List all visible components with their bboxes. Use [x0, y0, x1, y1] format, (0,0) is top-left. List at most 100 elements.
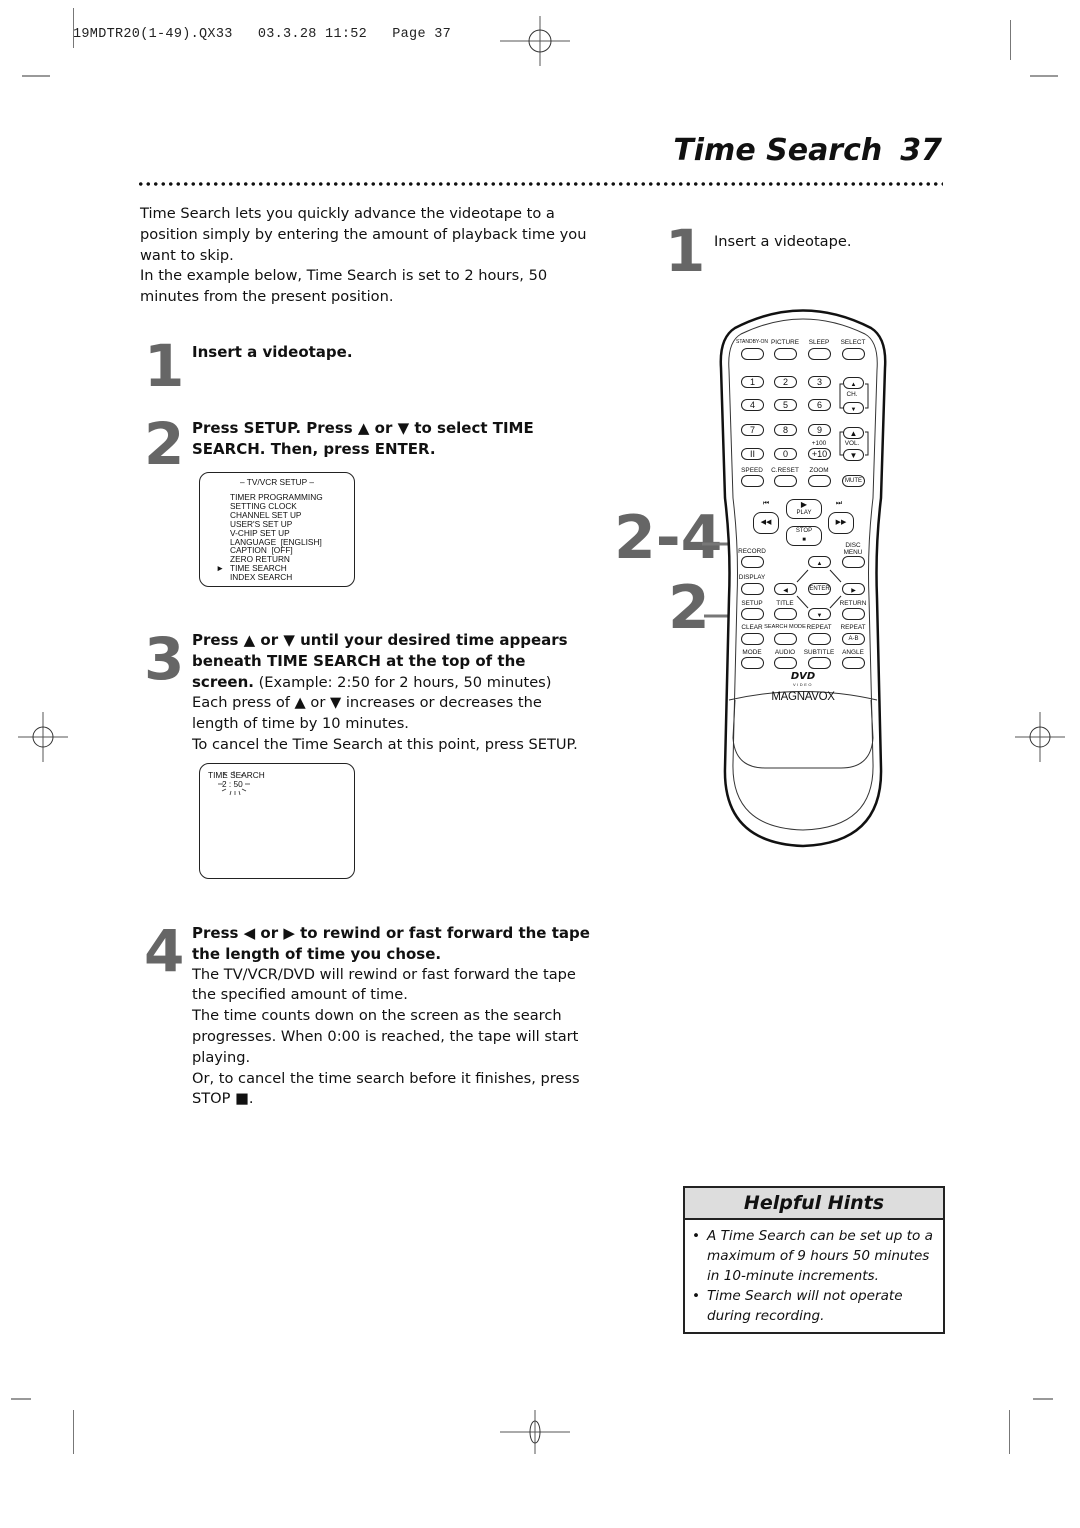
- number-key-button[interactable]: 9: [808, 424, 831, 436]
- audio-button[interactable]: [774, 657, 797, 669]
- left-arrow-button[interactable]: ◀: [774, 583, 797, 595]
- creset-label: C.RESET: [771, 467, 799, 474]
- rewind-icon: ◀◀: [760, 519, 772, 526]
- arrow-left-icon: ◀: [783, 588, 788, 594]
- arrow-right-icon: ▶: [851, 588, 856, 594]
- clear-button[interactable]: [741, 633, 764, 645]
- up-arrow-button[interactable]: ▲: [808, 556, 831, 568]
- stop-icon: ■: [802, 537, 806, 543]
- repeat-label: REPEAT: [806, 624, 832, 631]
- search-mode-button[interactable]: [774, 633, 797, 645]
- number-key-button[interactable]: 0: [774, 448, 797, 460]
- sleep-button[interactable]: [808, 348, 831, 360]
- repeat-button[interactable]: [808, 633, 831, 645]
- title-label: TITLE: [776, 600, 794, 607]
- menu-list: TIMER PROGRAMMING SETTING CLOCK CHANNEL SE…: [216, 493, 323, 583]
- fast-forward-icon: ▶▶: [835, 519, 847, 526]
- number-key-button[interactable]: 1: [741, 376, 764, 388]
- top-key-label: STANDBY-ON: [736, 339, 768, 345]
- crop-mark: [22, 75, 50, 77]
- number-key-button[interactable]: II: [741, 448, 764, 460]
- fast-forward-button[interactable]: ▶▶: [828, 512, 854, 534]
- number-key-button[interactable]: 4: [741, 399, 764, 411]
- display-button[interactable]: [741, 583, 764, 595]
- hint-item: A Time Search can be set up to a maximum…: [692, 1226, 943, 1286]
- standby-on-button[interactable]: [741, 348, 764, 360]
- remote-control: STANDBY-ON PICTURE SLEEP SELECT 1 2 3 4 5 6 7 8 9 II…: [715, 298, 891, 850]
- select-button[interactable]: [842, 348, 865, 360]
- zoom-label: ZOOM: [809, 467, 829, 474]
- setup-button[interactable]: [741, 608, 764, 620]
- dvd-video-label: VIDEO: [793, 682, 813, 687]
- audio-label: AUDIO: [774, 649, 796, 656]
- creset-button[interactable]: [774, 475, 797, 487]
- helpful-hints-box: Helpful Hints A Time Search can be set u…: [683, 1186, 945, 1334]
- return-button[interactable]: [842, 608, 865, 620]
- step-number: 3: [144, 625, 185, 693]
- mode-label: MODE: [742, 649, 762, 656]
- step-text: Insert a videotape.: [714, 233, 852, 250]
- search-mode-label: SEARCH MODE: [764, 624, 806, 630]
- skip-back-icon: ⏮: [762, 500, 770, 507]
- play-icon: ▶: [800, 500, 808, 509]
- disc-menu-button[interactable]: [842, 556, 865, 568]
- number-key-button[interactable]: 8: [774, 424, 797, 436]
- picture-button[interactable]: [774, 348, 797, 360]
- blinking-indicator-icon: [218, 771, 250, 796]
- play-button[interactable]: ▶ PLAY: [786, 499, 822, 519]
- clear-label: CLEAR: [741, 624, 763, 631]
- step-4-text: Press ◀ or ▶ to rewind or fast forward t…: [192, 923, 597, 1110]
- number-key-button[interactable]: 2: [774, 376, 797, 388]
- step-number: 2: [144, 410, 185, 478]
- rewind-button[interactable]: ◀◀: [753, 512, 779, 534]
- setup-label: SETUP: [741, 600, 763, 607]
- printer-slug: 19MDTR20(1-49).QX33 03.3.28 11:52 Page 3…: [73, 27, 452, 42]
- step-body: The TV/VCR/DVD will rewind or fast forwa…: [192, 965, 576, 1004]
- angle-label: ANGLE: [842, 649, 864, 656]
- top-key-label: SELECT: [840, 339, 866, 346]
- brand-logo: MAGNAVOX: [771, 691, 835, 703]
- helpful-hints-title: Helpful Hints: [685, 1188, 943, 1220]
- step-number: 1: [144, 332, 185, 400]
- number-key-button[interactable]: 3: [808, 376, 831, 388]
- stop-label: STOP: [795, 528, 813, 534]
- subtitle-button[interactable]: [808, 657, 831, 669]
- registration-mark-icon: [500, 16, 570, 66]
- registration-mark-icon: [1015, 712, 1065, 762]
- page-title: Time Search 37: [673, 133, 942, 168]
- crop-mark: [11, 1398, 31, 1400]
- mute-button[interactable]: MUTE: [842, 475, 865, 487]
- dpad-diagonals: [796, 569, 842, 609]
- number-key-button[interactable]: +10: [808, 448, 831, 460]
- intro-paragraph: Time Search lets you quickly advance the…: [140, 205, 587, 264]
- number-key-button[interactable]: 6: [808, 399, 831, 411]
- crop-mark: [73, 8, 74, 48]
- step-body: The time counts down on the screen as th…: [192, 1007, 579, 1066]
- rocker-brackets: [839, 383, 869, 456]
- page-number: 37: [900, 133, 942, 168]
- stop-button[interactable]: STOP ■: [786, 526, 822, 546]
- crop-mark: [1030, 75, 1058, 77]
- record-button[interactable]: [741, 556, 764, 568]
- repeat-ab-button[interactable]: A-B: [842, 633, 865, 645]
- mode-button[interactable]: [741, 657, 764, 669]
- number-key-button[interactable]: 7: [741, 424, 764, 436]
- menu-item: INDEX SEARCH: [230, 572, 293, 583]
- speed-label: SPEED: [741, 467, 763, 474]
- hint-item: Time Search will not operate during reco…: [692, 1286, 943, 1326]
- zoom-button[interactable]: [808, 475, 831, 487]
- title-button[interactable]: [774, 608, 797, 620]
- registration-mark-icon: [500, 1410, 570, 1454]
- arrow-down-icon: ▼: [816, 613, 823, 619]
- step-3-text: Press ▲ or ▼ until your desired time app…: [192, 630, 592, 756]
- step-body: Or, to cancel the time search before it …: [192, 1069, 580, 1108]
- step-example: (Example: 2:50 for 2 hours, 50 minutes): [253, 673, 552, 691]
- dotted-divider: [137, 181, 943, 187]
- number-key-button[interactable]: 5: [774, 399, 797, 411]
- right-arrow-button[interactable]: ▶: [842, 583, 865, 595]
- speed-button[interactable]: [741, 475, 764, 487]
- angle-button[interactable]: [842, 657, 865, 669]
- disc-menu-label: DISC MENU: [843, 542, 863, 556]
- return-label: RETURN: [839, 600, 867, 607]
- dvd-logo-icon: DVD: [790, 671, 816, 682]
